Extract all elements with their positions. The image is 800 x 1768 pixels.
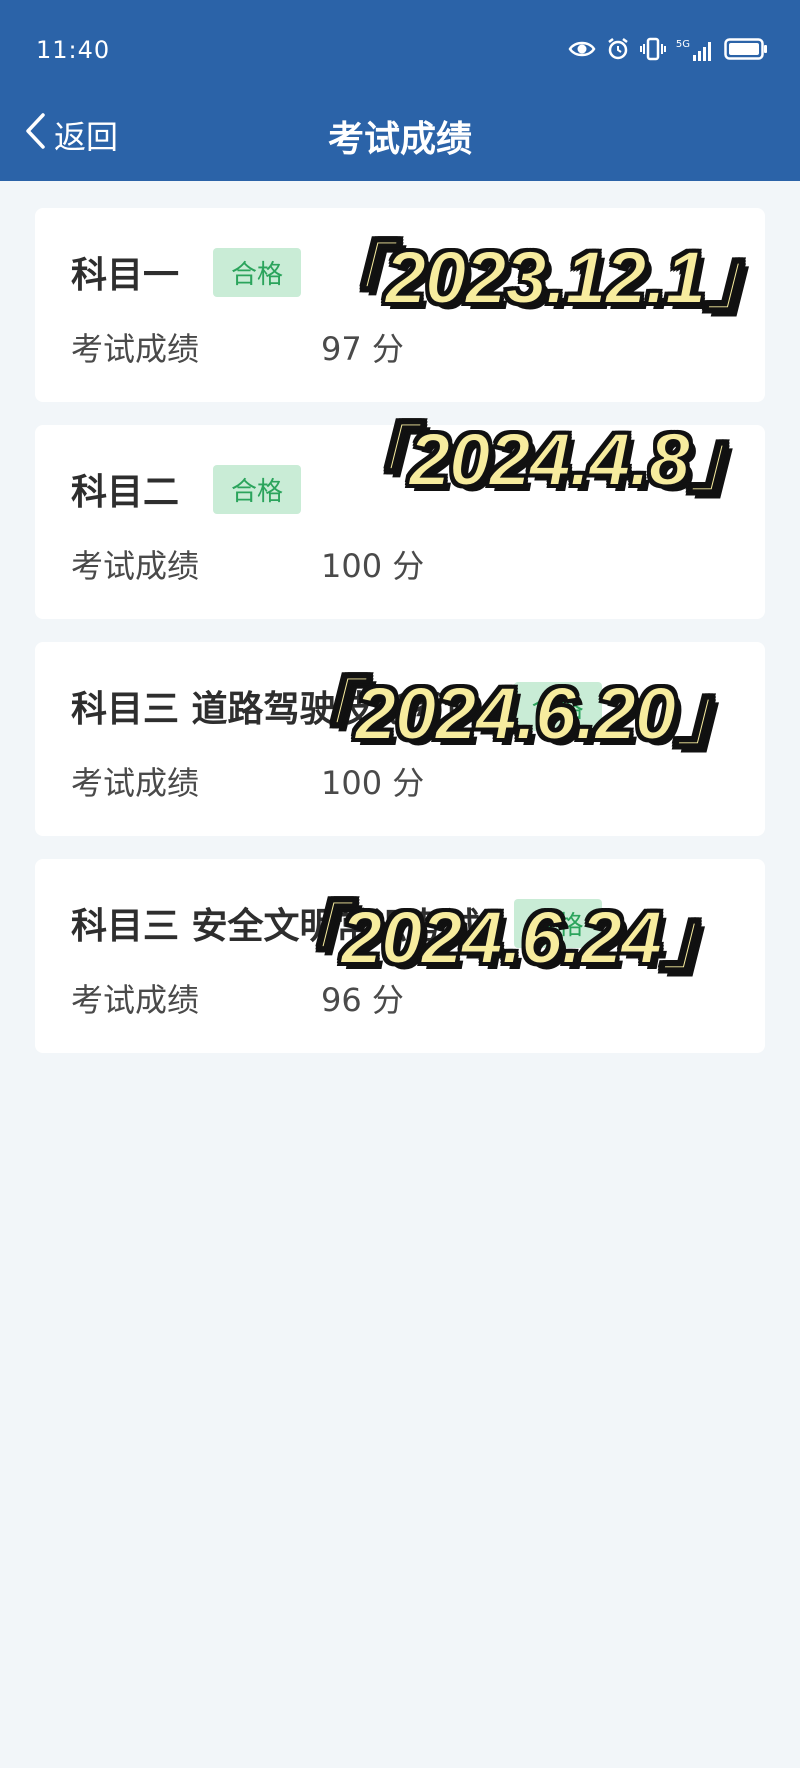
status-icons: 5G <box>568 36 768 66</box>
alarm-icon <box>606 37 630 65</box>
date-stamp-overlay: 「2024.4.8」 <box>335 417 764 502</box>
back-button[interactable]: 返回 <box>24 112 118 158</box>
score-label: 考试成绩 <box>71 330 200 368</box>
score-label: 考试成绩 <box>71 764 200 802</box>
vibrate-icon <box>639 37 666 65</box>
score-label: 考试成绩 <box>71 547 200 585</box>
chevron-left-icon <box>24 112 46 158</box>
score-value: 97 分 <box>321 330 404 368</box>
back-label: 返回 <box>54 118 119 156</box>
date-stamp-overlay: 「2024.6.24」 <box>267 895 736 980</box>
status-time: 11:40 <box>36 36 111 64</box>
score-row: 考试成绩 100 分 <box>71 541 424 587</box>
exam-subject: 科目二 <box>71 472 180 513</box>
battery-icon <box>724 38 768 64</box>
status-badge: 合格 <box>213 464 302 514</box>
score-row: 考试成绩 100 分 <box>71 758 424 804</box>
page-title: 考试成绩 <box>327 119 472 160</box>
date-stamp-overlay: 「2023.12.1」 <box>311 235 780 320</box>
date-stamp-overlay: 「2024.6.20」 <box>281 671 750 756</box>
app-screen: 11:40 5G 返回 考试成绩 科目一 合格 考试成绩 97 分 科目二 合格… <box>0 0 800 1768</box>
score-value: 100 分 <box>321 547 425 585</box>
header-bar: 11:40 5G 返回 考试成绩 <box>0 0 800 181</box>
exam-header: 科目一 合格 <box>71 246 302 298</box>
exam-subject: 科目一 <box>71 255 180 296</box>
network-label: 5G <box>675 39 690 50</box>
signal-icon: 5G <box>676 40 714 62</box>
exam-header: 科目二 合格 <box>71 463 302 515</box>
eye-icon <box>568 39 596 63</box>
score-row: 考试成绩 97 分 <box>71 324 404 370</box>
score-value: 100 分 <box>321 764 425 802</box>
status-badge: 合格 <box>213 247 302 297</box>
